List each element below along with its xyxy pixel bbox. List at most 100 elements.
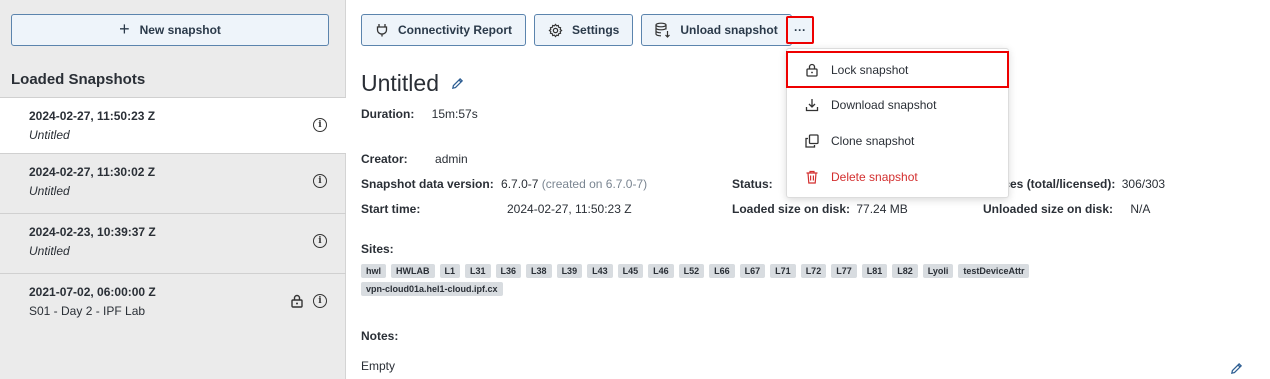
plug-icon bbox=[376, 24, 388, 37]
download-snapshot-label: Download snapshot bbox=[831, 98, 937, 112]
site-badge: hwl bbox=[361, 264, 386, 278]
sites-label: Sites: bbox=[361, 242, 394, 256]
status-row: Status: bbox=[732, 177, 773, 191]
menu-item-clone-snapshot[interactable]: Clone snapshot bbox=[787, 123, 1008, 159]
site-badge: L77 bbox=[831, 264, 857, 278]
menu-item-lock-snapshot[interactable]: Lock snapshot bbox=[786, 51, 1009, 88]
unloaded-size-value: N/A bbox=[1130, 202, 1151, 216]
snapshot-list: 2024-02-27, 11:50:23 Z Untitled i 2024-0… bbox=[0, 97, 346, 334]
snapshot-item[interactable]: 2021-07-02, 06:00:00 Z S01 - Day 2 - IPF… bbox=[0, 274, 346, 334]
new-snapshot-label: New snapshot bbox=[139, 23, 221, 37]
new-snapshot-button[interactable]: + New snapshot bbox=[11, 14, 329, 46]
gear-icon bbox=[548, 23, 563, 37]
download-icon bbox=[805, 99, 819, 112]
site-badge: L46 bbox=[648, 264, 674, 278]
snapshot-name: Untitled bbox=[29, 244, 70, 258]
info-icon[interactable]: i bbox=[313, 174, 327, 188]
unloaded-size-label: Unloaded size on disk: bbox=[983, 202, 1114, 216]
database-unload-icon bbox=[655, 22, 671, 38]
more-actions-menu: Lock snapshot Download snapshot Clone sn… bbox=[786, 48, 1009, 198]
devices-row: ices (total/licensed): 306/303 bbox=[1000, 177, 1165, 191]
notes-value-row: Empty bbox=[361, 359, 395, 373]
snapshot-date: 2024-02-27, 11:50:23 Z bbox=[29, 109, 156, 123]
clone-snapshot-label: Clone snapshot bbox=[831, 134, 915, 148]
status-label: Status: bbox=[732, 177, 773, 191]
notes-row: Notes: bbox=[361, 329, 398, 343]
menu-item-download-snapshot[interactable]: Download snapshot bbox=[787, 87, 1008, 123]
unloaded-size-row: Unloaded size on disk: N/A bbox=[983, 202, 1150, 216]
site-badge: testDeviceAttr bbox=[958, 264, 1030, 278]
snapshot-date: 2024-02-23, 10:39:37 Z bbox=[29, 225, 156, 239]
notes-value: Empty bbox=[361, 359, 396, 373]
version-value: 6.7.0-7 bbox=[501, 177, 539, 191]
creator-label: Creator: bbox=[361, 152, 408, 166]
toolbar: Connectivity Report Settings Unload snap… bbox=[361, 14, 792, 46]
unload-snapshot-button[interactable]: Unload snapshot bbox=[641, 14, 792, 46]
loaded-snapshots-title: Loaded Snapshots bbox=[11, 71, 146, 88]
start-time-label: Start time: bbox=[361, 202, 421, 216]
trash-icon bbox=[806, 170, 818, 184]
info-icon[interactable]: i bbox=[313, 118, 327, 132]
snapshot-name: Untitled bbox=[29, 128, 70, 142]
start-time-row: Start time: 2024-02-27, 11:50:23 Z bbox=[361, 202, 632, 216]
unload-snapshot-label: Unload snapshot bbox=[680, 23, 778, 37]
site-badge: L45 bbox=[617, 264, 644, 278]
site-badge: Lyoli bbox=[922, 264, 954, 278]
site-badge: HWLAB bbox=[391, 264, 435, 278]
loaded-size-label: Loaded size on disk: bbox=[732, 202, 851, 216]
site-badge: L1 bbox=[439, 264, 461, 278]
connectivity-report-button[interactable]: Connectivity Report bbox=[361, 14, 527, 46]
info-icon[interactable]: i bbox=[313, 234, 327, 248]
site-badge: L72 bbox=[800, 264, 827, 278]
start-time-value: 2024-02-27, 11:50:23 Z bbox=[507, 202, 632, 216]
loaded-size-row: Loaded size on disk: 77.24 MB bbox=[732, 202, 908, 216]
creator-value: admin bbox=[435, 152, 468, 166]
site-badge: L31 bbox=[465, 264, 491, 278]
sites-row: Sites: bbox=[361, 242, 394, 256]
notes-label: Notes: bbox=[361, 329, 399, 343]
devices-value: 306/303 bbox=[1121, 177, 1166, 191]
plus-icon: + bbox=[119, 19, 130, 39]
creator-row: Creator: admin bbox=[361, 152, 468, 166]
more-actions-button[interactable]: ··· bbox=[786, 16, 814, 44]
site-badge: L81 bbox=[861, 264, 888, 278]
settings-label: Settings bbox=[572, 23, 620, 37]
site-badge: L71 bbox=[770, 264, 796, 278]
site-badge: L66 bbox=[709, 264, 735, 278]
pencil-icon[interactable] bbox=[451, 77, 464, 90]
snapshot-item[interactable]: 2024-02-27, 11:50:23 Z Untitled i bbox=[0, 97, 346, 154]
duration-row: Duration: 15m:57s bbox=[361, 107, 478, 121]
site-badge: L67 bbox=[739, 264, 766, 278]
clone-icon bbox=[805, 134, 819, 148]
sites-badges: hwl HWLAB L1 L31 L36 L38 L39 L43 L45 L46… bbox=[361, 264, 1121, 296]
devices-label: ices (total/licensed): bbox=[1000, 177, 1116, 191]
snapshot-date: 2024-02-27, 11:30:02 Z bbox=[29, 165, 156, 179]
site-badge: L38 bbox=[526, 264, 552, 278]
site-badge: L39 bbox=[556, 264, 583, 278]
site-badge: L52 bbox=[678, 264, 705, 278]
delete-snapshot-label: Delete snapshot bbox=[831, 170, 918, 184]
snapshot-item[interactable]: 2024-02-23, 10:39:37 Z Untitled i bbox=[0, 214, 346, 274]
duration-label: Duration: bbox=[361, 107, 415, 121]
site-badge: L36 bbox=[495, 264, 522, 278]
snapshot-name: Untitled bbox=[29, 184, 70, 198]
lock-icon bbox=[291, 294, 303, 308]
site-badge: L82 bbox=[892, 264, 918, 278]
page-title: Untitled bbox=[361, 70, 439, 96]
loaded-size-value: 77.24 MB bbox=[856, 202, 908, 216]
snapshot-item[interactable]: 2024-02-27, 11:30:02 Z Untitled i bbox=[0, 154, 346, 214]
duration-value: 15m:57s bbox=[431, 107, 478, 121]
snapshot-title-row: Untitled bbox=[361, 70, 464, 97]
version-label: Snapshot data version: bbox=[361, 177, 494, 191]
edit-notes-pencil-icon[interactable] bbox=[1230, 362, 1243, 375]
site-badge: vpn-cloud01a.hel1-cloud.ipf.cx bbox=[361, 282, 503, 296]
version-row: Snapshot data version: 6.7.0-7 (created … bbox=[361, 177, 647, 191]
connectivity-report-label: Connectivity Report bbox=[398, 23, 513, 37]
settings-button[interactable]: Settings bbox=[534, 14, 634, 46]
sidebar: + New snapshot Loaded Snapshots 2024-02-… bbox=[0, 0, 346, 379]
lock-snapshot-label: Lock snapshot bbox=[831, 62, 909, 77]
version-note: (created on 6.7.0-7) bbox=[541, 177, 648, 191]
info-icon[interactable]: i bbox=[313, 294, 327, 308]
menu-item-delete-snapshot[interactable]: Delete snapshot bbox=[787, 159, 1008, 195]
lock-icon bbox=[806, 63, 818, 77]
